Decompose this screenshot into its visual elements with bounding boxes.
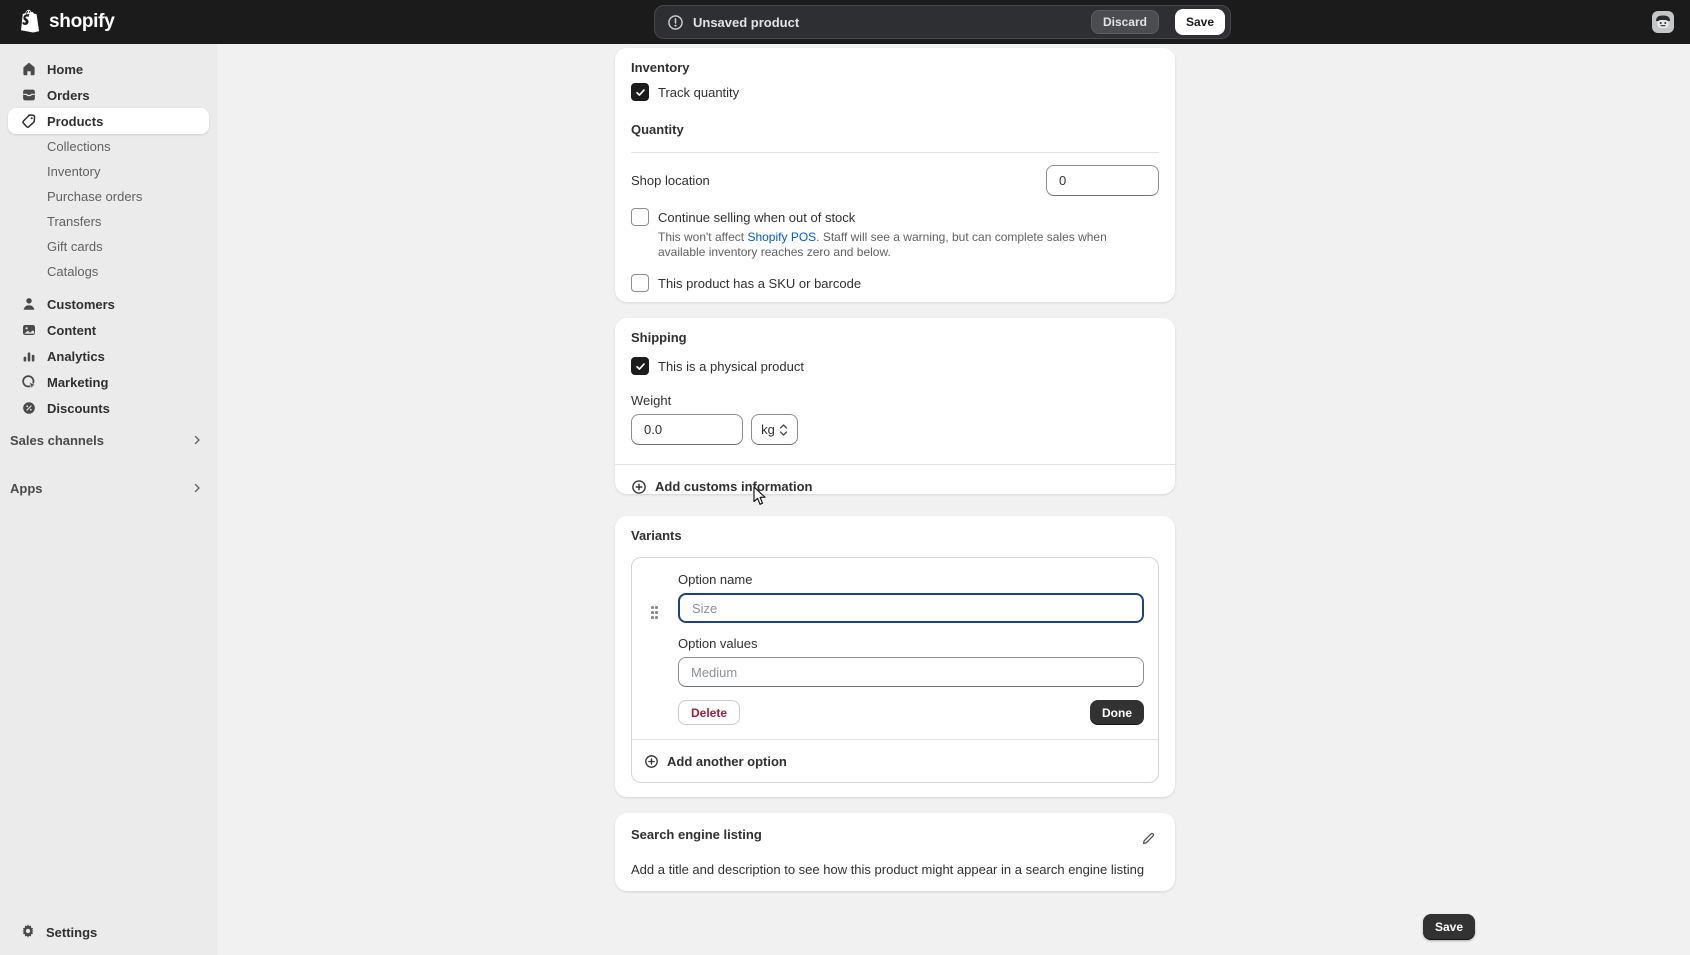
option-values-label: Option values <box>678 636 1144 651</box>
track-quantity-checkbox[interactable] <box>631 83 649 101</box>
shop-location-quantity-input[interactable] <box>1046 165 1159 196</box>
sidebar-item-customers[interactable]: Customers <box>8 291 209 317</box>
sidebar-section-apps[interactable]: Apps <box>0 475 217 501</box>
add-another-option-button[interactable]: Add another option <box>632 740 1158 782</box>
seo-title: Search engine listing <box>631 827 762 842</box>
shopify-wordmark: shopify <box>49 11 114 33</box>
physical-product-label: This is a physical product <box>658 359 804 374</box>
inventory-card: Inventory Track quantity Quantity Shop l… <box>615 48 1175 302</box>
shopify-pos-link[interactable]: Shopify POS <box>747 230 816 244</box>
weight-label: Weight <box>631 393 1159 408</box>
continue-selling-help: This won't affect Shopify POS. Staff wil… <box>658 230 1130 260</box>
store-avatar[interactable] <box>1652 11 1674 33</box>
variants-title: Variants <box>631 528 1159 543</box>
seo-card: Search engine listing Add a title and de… <box>615 813 1175 891</box>
orders-icon <box>20 87 37 104</box>
sidebar-item-marketing[interactable]: Marketing <box>8 369 209 395</box>
sidebar-item-gift-cards[interactable]: Gift cards <box>8 234 209 259</box>
sku-label: This product has a SKU or barcode <box>658 276 861 291</box>
gear-icon <box>20 923 36 942</box>
stepper-arrows-icon <box>779 423 788 437</box>
sidebar-item-content[interactable]: Content <box>8 317 209 343</box>
sidebar-section-sales-channels[interactable]: Sales channels <box>0 427 217 453</box>
variants-card: Variants Option name Option values Delet… <box>615 516 1175 797</box>
seo-description: Add a title and description to see how t… <box>631 862 1159 877</box>
discounts-icon <box>20 400 37 417</box>
sidebar-item-transfers[interactable]: Transfers <box>8 209 209 234</box>
sidebar-item-orders[interactable]: Orders <box>8 82 209 108</box>
sidebar-item-home[interactable]: Home <box>8 56 209 82</box>
plus-circle-icon <box>644 754 659 769</box>
sidebar-item-catalogs[interactable]: Catalogs <box>8 259 209 284</box>
check-icon <box>635 361 646 372</box>
option-values-input[interactable] <box>678 657 1144 687</box>
sidebar-item-collections[interactable]: Collections <box>8 134 209 159</box>
weight-input[interactable] <box>631 414 743 445</box>
discard-button[interactable]: Discard <box>1091 10 1159 34</box>
sidebar-item-products[interactable]: Products <box>8 108 209 134</box>
quantity-title: Quantity <box>631 122 1159 137</box>
physical-product-row[interactable]: This is a physical product <box>631 357 1159 375</box>
option-name-input[interactable] <box>678 593 1144 623</box>
shopify-bag-icon <box>18 9 42 35</box>
sidebar-item-analytics[interactable]: Analytics <box>8 343 209 369</box>
topbar: shopify Unsaved product Discard Save <box>0 0 1690 44</box>
home-icon <box>20 61 37 78</box>
marketing-icon <box>20 374 37 391</box>
save-button-topbar[interactable]: Save <box>1175 9 1225 35</box>
main-content: Inventory Track quantity Quantity Shop l… <box>615 48 1175 907</box>
chevron-right-icon <box>191 482 203 494</box>
avatar-face-icon <box>1654 13 1672 31</box>
unsaved-changes-bar: Unsaved product Discard Save <box>654 5 1231 39</box>
continue-selling-row[interactable]: Continue selling when out of stock <box>631 208 1159 226</box>
track-quantity-label: Track quantity <box>658 85 739 100</box>
check-icon <box>635 87 646 98</box>
edit-seo-button[interactable] <box>1137 827 1159 849</box>
weight-unit-select[interactable]: kg <box>751 414 798 445</box>
shopify-logo[interactable]: shopify <box>18 0 114 44</box>
add-customs-button[interactable]: Add customs information <box>615 465 1175 508</box>
chevron-right-icon <box>191 434 203 446</box>
content-icon <box>20 322 37 339</box>
continue-selling-checkbox[interactable] <box>631 208 649 226</box>
unsaved-product-label: Unsaved product <box>693 15 1082 30</box>
sidebar-item-discounts[interactable]: Discounts <box>8 395 209 421</box>
pencil-icon <box>1141 831 1156 846</box>
shipping-title: Shipping <box>631 330 1159 345</box>
sku-row[interactable]: This product has a SKU or barcode <box>631 274 1159 292</box>
sidebar-item-purchase-orders[interactable]: Purchase orders <box>8 184 209 209</box>
sidebar: Home Orders Products Collections Invento… <box>0 44 217 955</box>
save-button-bottom[interactable]: Save <box>1423 914 1475 940</box>
analytics-icon <box>20 348 37 365</box>
sku-checkbox[interactable] <box>631 274 649 292</box>
track-quantity-row[interactable]: Track quantity <box>631 83 1159 101</box>
products-tag-icon <box>20 113 37 130</box>
plus-circle-icon <box>631 479 647 495</box>
option-name-label: Option name <box>678 572 1144 587</box>
sidebar-item-inventory[interactable]: Inventory <box>8 159 209 184</box>
delete-option-button[interactable]: Delete <box>678 700 740 725</box>
sidebar-item-settings[interactable]: Settings <box>8 919 209 945</box>
continue-selling-label: Continue selling when out of stock <box>658 210 855 225</box>
shop-location-label: Shop location <box>631 173 710 188</box>
shipping-card: Shipping This is a physical product Weig… <box>615 318 1175 494</box>
inventory-title: Inventory <box>631 60 1159 75</box>
variant-option-editor: Option name Option values Delete Done Ad… <box>631 557 1159 783</box>
physical-product-checkbox[interactable] <box>631 357 649 375</box>
alert-circle-icon <box>667 14 684 31</box>
drag-handle[interactable] <box>651 606 663 622</box>
done-option-button[interactable]: Done <box>1090 700 1144 725</box>
customers-icon <box>20 296 37 313</box>
